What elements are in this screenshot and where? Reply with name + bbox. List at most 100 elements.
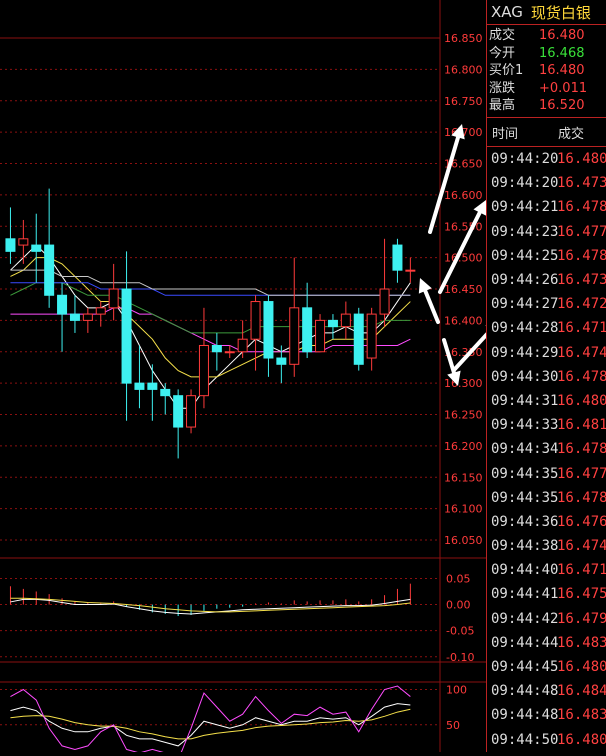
trade-price: 16.483 (557, 634, 606, 651)
trade-price: 16.478 (557, 247, 606, 264)
candle-body (211, 344, 222, 353)
trade-time: 09:44:29 (491, 344, 559, 361)
trade-price: 16.471 (557, 562, 606, 579)
trade-row: 09:44:36 16.476 (487, 510, 606, 534)
trade-price: 16.480 (557, 731, 606, 748)
trade-time: 09:44:35 (491, 465, 559, 482)
trade-time: 09:44:30 (491, 368, 559, 385)
trade-price: 16.477 (557, 465, 606, 482)
candle-body (405, 269, 416, 272)
macd-dea-line (10, 597, 411, 613)
trade-time: 09:44:48 (491, 707, 559, 724)
trade-time: 09:44:40 (491, 562, 559, 579)
trade-price: 16.478 (557, 199, 606, 216)
trade-row: 09:44:45 16.480 (487, 655, 606, 679)
trade-time: 09:44:42 (491, 610, 559, 627)
macd-tick-label: -0.05 (446, 625, 474, 638)
trades-list[interactable]: 09:44:20 16.480 09:44:20 16.473 09:44:21 16.4… (487, 147, 606, 752)
quote-row: 今开 16.468 (489, 45, 606, 63)
candle-body (289, 307, 300, 365)
quote-label: 买价1 (489, 63, 524, 78)
candle-body (5, 238, 16, 252)
candle-body (250, 301, 261, 340)
symbol-header: XAG 现货白银 (487, 0, 606, 25)
trades-header-time: 时间 (492, 126, 519, 142)
trade-row: 09:44:31 16.480 (487, 389, 606, 413)
candle-body (95, 307, 106, 315)
quote-row: 涨跌 +0.011 (489, 80, 606, 98)
trade-price: 16.481 (557, 417, 606, 434)
price-tick-label: 16.150 (444, 471, 483, 484)
symbol-name: 现货白银 (530, 3, 591, 22)
quote-label: 成交 (489, 28, 516, 43)
candle-body (379, 288, 390, 315)
price-chart[interactable]: 16.85016.80016.75016.70016.65016.60016.5… (0, 0, 570, 756)
trade-row: 09:44:40 16.471 (487, 558, 606, 582)
trade-price: 16.477 (557, 223, 606, 240)
candle-body (108, 288, 119, 309)
trade-time: 09:44:38 (491, 538, 559, 555)
candle-body (366, 313, 377, 359)
price-tick-label: 16.750 (444, 95, 483, 108)
quote-row: 最高 16.520 (489, 97, 606, 115)
candle-body (302, 307, 313, 353)
candle-body (121, 288, 132, 384)
candle-body (147, 382, 158, 390)
trade-time: 09:44:45 (491, 659, 559, 676)
candle-body (173, 395, 184, 428)
kdj-j-line (10, 685, 411, 756)
quote-row: 买价1 16.480 (489, 62, 606, 80)
candle-body (353, 313, 364, 365)
trade-row: 09:44:42 16.479 (487, 607, 606, 631)
trade-row: 09:44:48 16.483 (487, 703, 606, 727)
trade-row: 09:44:21 16.478 (487, 195, 606, 219)
trade-price: 16.478 (557, 441, 606, 458)
candle-body (224, 351, 235, 354)
trade-price: 16.475 (557, 586, 606, 603)
trade-row: 09:44:25 16.478 (487, 244, 606, 268)
quote-value: 16.480 (539, 28, 585, 43)
candle-body (263, 301, 274, 359)
trade-price: 16.471 (557, 320, 606, 337)
quote-label: 最高 (489, 98, 516, 113)
trade-time: 09:44:21 (491, 199, 559, 216)
trade-row: 09:44:48 16.484 (487, 679, 606, 703)
price-tick-label: 16.250 (444, 409, 483, 422)
symbol-code: XAG (491, 3, 523, 21)
trade-price: 16.476 (557, 513, 606, 530)
trade-price: 16.478 (557, 489, 606, 506)
trade-price: 16.480 (557, 392, 606, 409)
candle-body (186, 395, 197, 428)
trade-price: 16.474 (557, 344, 606, 361)
quote-value: 16.520 (539, 98, 585, 113)
quote-label: 涨跌 (489, 80, 516, 96)
price-tick-label: 16.300 (444, 377, 483, 390)
price-tick-label: 16.450 (444, 283, 483, 296)
trade-price: 16.472 (557, 296, 606, 313)
trade-price: 16.483 (557, 707, 606, 724)
trade-time: 09:44:41 (491, 586, 559, 603)
trade-price: 16.479 (557, 610, 606, 627)
trade-time: 09:44:33 (491, 417, 559, 434)
candle-body (44, 244, 55, 296)
price-tick-label: 16.800 (444, 63, 483, 76)
candle-body (327, 319, 338, 328)
trade-row: 09:44:20 16.480 (487, 147, 606, 171)
candle-body (340, 313, 351, 328)
quote-value: 16.468 (539, 45, 585, 61)
chart-area[interactable]: 16.85016.80016.75016.70016.65016.60016.5… (0, 0, 570, 756)
trade-price: 16.480 (557, 151, 606, 168)
annotation-arrow (421, 283, 440, 324)
trade-row: 09:44:20 16.473 (487, 171, 606, 195)
trade-time: 09:44:44 (491, 634, 559, 651)
trade-price: 16.484 (557, 683, 606, 700)
trade-row: 09:44:29 16.474 (487, 341, 606, 365)
trade-time: 09:44:23 (491, 223, 559, 240)
kdj-d-line (10, 708, 411, 740)
trade-time: 09:44:25 (491, 247, 559, 264)
trade-row: 09:44:34 16.478 (487, 437, 606, 461)
trade-row: 09:44:50 16.480 (487, 728, 606, 752)
price-tick-label: 16.050 (444, 534, 483, 547)
trade-time: 09:44:50 (491, 731, 559, 748)
candle-body (31, 244, 42, 252)
